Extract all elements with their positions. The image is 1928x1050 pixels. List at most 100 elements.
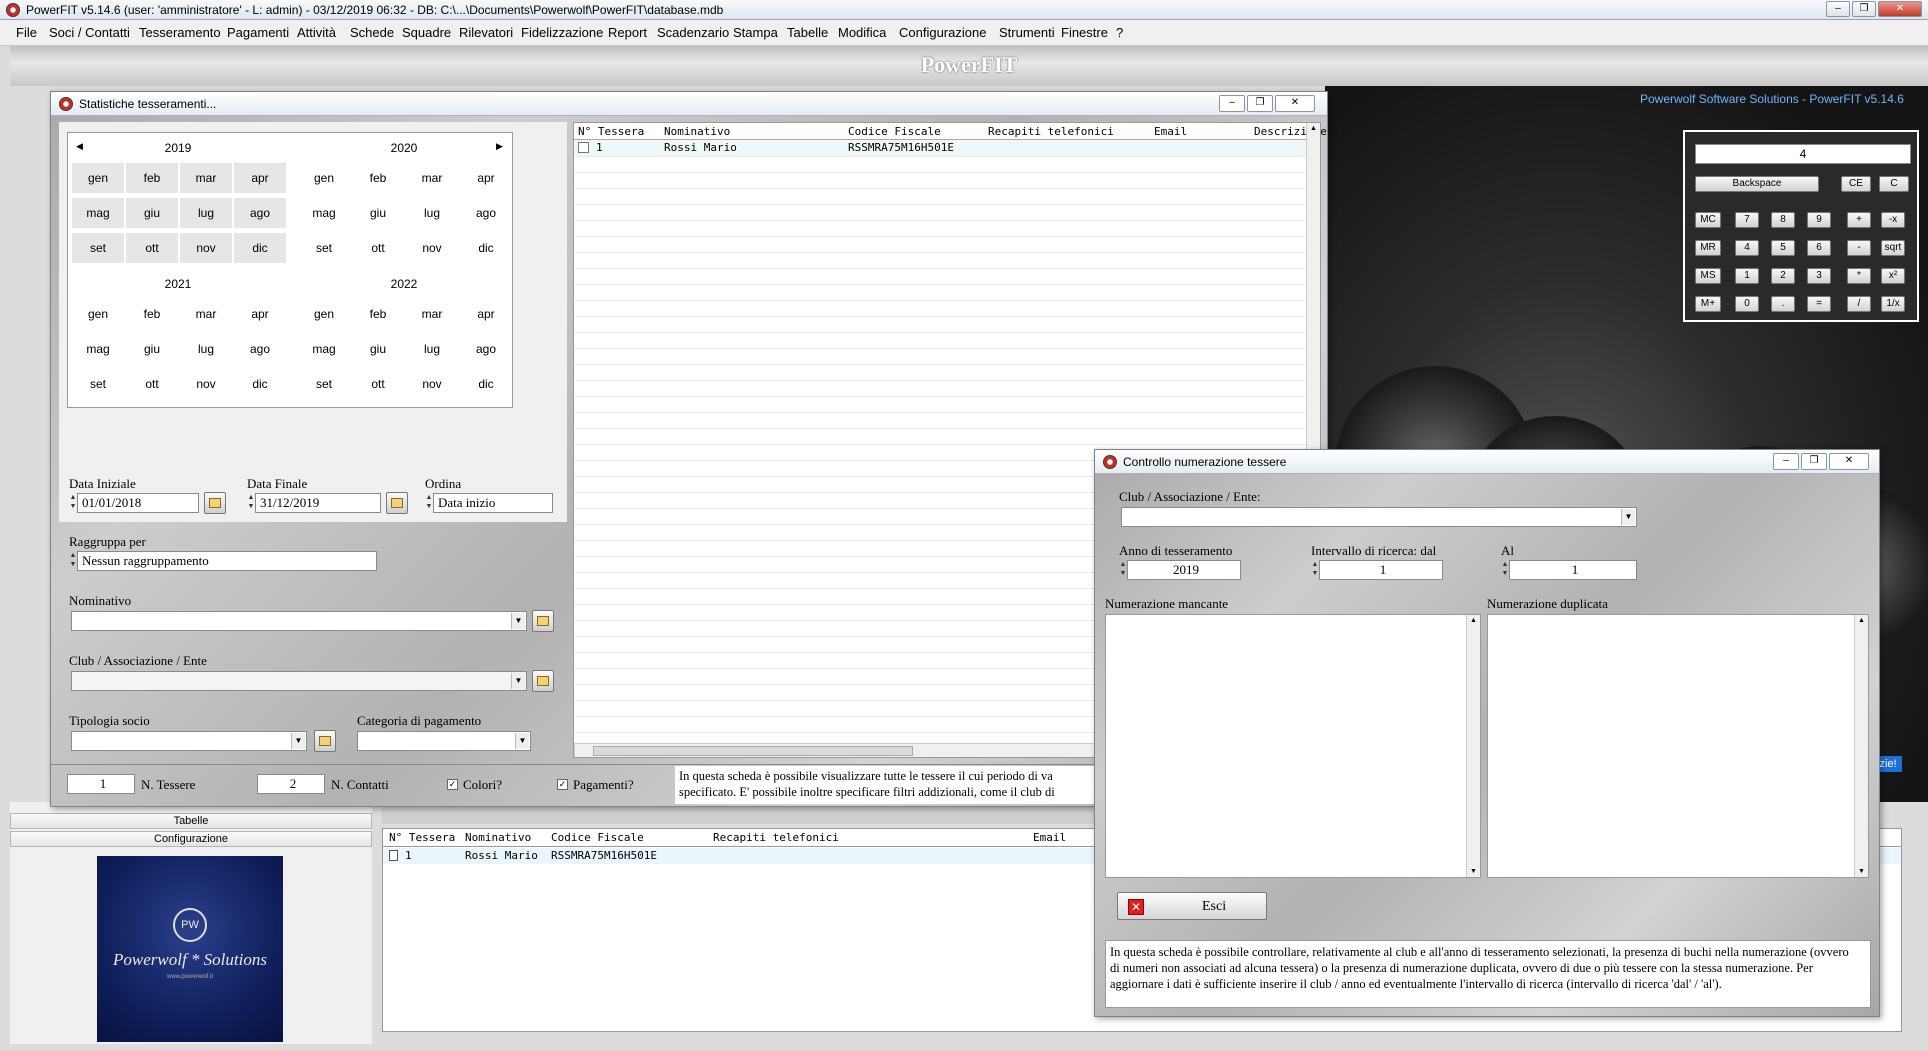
calendar-month-cell[interactable]: giu xyxy=(126,198,178,228)
calc-key-button[interactable]: MC xyxy=(1695,212,1721,228)
column-header[interactable]: Recapiti telefonici xyxy=(713,831,839,844)
controllo-maximize-button[interactable]: ❐ xyxy=(1801,453,1827,470)
calendar-month-cell[interactable]: ott xyxy=(126,369,178,399)
calc-key-button[interactable]: MR xyxy=(1695,240,1721,256)
chevron-down-icon[interactable]: ▼ xyxy=(515,733,529,749)
menu-item-14[interactable]: Configurazione xyxy=(899,25,986,40)
calendar-month-cell[interactable]: mar xyxy=(406,163,458,193)
calc-key-button[interactable]: 9 xyxy=(1807,212,1831,228)
calendar-month-cell[interactable]: feb xyxy=(352,163,404,193)
calendar-month-cell[interactable]: gen xyxy=(72,299,124,329)
calendar-month-cell[interactable]: ott xyxy=(352,233,404,263)
menu-item-1[interactable]: Soci / Contatti xyxy=(49,25,130,40)
calendar-month-cell[interactable]: giu xyxy=(126,334,178,364)
calendar-month-cell[interactable]: set xyxy=(72,233,124,263)
table-row[interactable]: 1 Rossi Mario RSSMRA75M16H501E xyxy=(574,140,1306,156)
calc-key-button[interactable]: 4 xyxy=(1735,240,1759,256)
vertical-scrollbar[interactable]: ▲ ▼ xyxy=(1854,615,1868,877)
lookup-icon[interactable] xyxy=(532,670,554,692)
ordina-field[interactable]: Data inizio xyxy=(433,493,553,513)
colori-checkbox[interactable]: ✓ xyxy=(447,779,458,790)
minimize-button[interactable]: – xyxy=(1826,1,1850,17)
calendar-month-cell[interactable]: feb xyxy=(126,163,178,193)
column-header[interactable]: Recapiti telefonici xyxy=(988,125,1114,138)
calendar-month-cell[interactable]: apr xyxy=(460,299,512,329)
calendar-month-cell[interactable]: apr xyxy=(460,163,512,193)
column-header[interactable]: N° Tessera xyxy=(389,831,455,844)
calc-key-button[interactable]: x² xyxy=(1881,268,1905,284)
calendar-month-cell[interactable]: mag xyxy=(298,334,350,364)
calendar-picker-icon[interactable] xyxy=(204,492,226,514)
chevron-down-icon[interactable]: ▼ xyxy=(291,733,305,749)
controllo-minimize-button[interactable]: – xyxy=(1773,453,1799,470)
column-header[interactable]: Codice Fiscale xyxy=(551,831,644,844)
calc-key-button[interactable]: 5 xyxy=(1771,240,1795,256)
calc-c-button[interactable]: C xyxy=(1879,176,1909,192)
column-header[interactable]: Email xyxy=(1033,831,1066,844)
calendar-month-cell[interactable]: apr xyxy=(234,299,286,329)
calc-key-button[interactable]: MS xyxy=(1695,268,1721,284)
calc-key-button[interactable]: 2 xyxy=(1771,268,1795,284)
calendar-month-cell[interactable]: ott xyxy=(352,369,404,399)
restore-button[interactable]: ❐ xyxy=(1852,1,1876,17)
calc-key-button[interactable]: 3 xyxy=(1807,268,1831,284)
esci-button[interactable]: ✕ Esci xyxy=(1117,892,1267,920)
calc-key-button[interactable]: . xyxy=(1771,296,1795,312)
calc-backspace-button[interactable]: Backspace xyxy=(1695,176,1819,192)
calc-key-button[interactable]: 1 xyxy=(1735,268,1759,284)
menu-item-2[interactable]: Tesseramento xyxy=(139,25,221,40)
lookup-icon[interactable] xyxy=(314,730,336,752)
calendar-month-cell[interactable]: dic xyxy=(460,233,512,263)
calendar-month-cell[interactable]: feb xyxy=(352,299,404,329)
configurazione-button[interactable]: Configurazione xyxy=(10,831,372,847)
calendar-month-cell[interactable]: set xyxy=(298,233,350,263)
spin-icon[interactable]: ▲ ▼ xyxy=(247,493,255,513)
pagamenti-checkbox[interactable]: ✓ xyxy=(557,779,568,790)
calendar-month-cell[interactable]: ago xyxy=(234,334,286,364)
powerwolf-link[interactable]: Powerwolf Software Solutions - PowerFIT … xyxy=(1640,92,1904,106)
spin-icon[interactable]: ▲ ▼ xyxy=(425,493,433,513)
tabelle-button[interactable]: Tabelle xyxy=(10,813,372,829)
calendar-month-cell[interactable]: mar xyxy=(406,299,458,329)
lookup-icon[interactable] xyxy=(532,610,554,632)
calendar-month-cell[interactable]: apr xyxy=(234,163,286,193)
calc-key-button[interactable]: 8 xyxy=(1771,212,1795,228)
menu-item-10[interactable]: Scadenzario xyxy=(657,25,729,40)
duplicata-list[interactable]: ▲ ▼ xyxy=(1487,614,1869,878)
next-year-arrow-icon[interactable]: ▶ xyxy=(496,141,503,152)
calendar-month-cell[interactable]: mag xyxy=(72,198,124,228)
calendar-month-cell[interactable]: giu xyxy=(352,334,404,364)
calendar-month-cell[interactable]: gen xyxy=(298,299,350,329)
anno-field[interactable]: 2019 xyxy=(1127,560,1241,580)
club-select[interactable]: ▼ xyxy=(71,671,527,691)
controllo-close-button[interactable]: ✕ xyxy=(1829,453,1869,470)
calendar-month-cell[interactable]: set xyxy=(298,369,350,399)
column-header[interactable]: Email xyxy=(1154,125,1187,138)
spin-icon[interactable]: ▲ ▼ xyxy=(69,493,77,513)
data-iniziale-field[interactable]: 01/01/2018 xyxy=(77,493,199,513)
calendar-month-cell[interactable]: gen xyxy=(72,163,124,193)
calendar-month-cell[interactable]: feb xyxy=(126,299,178,329)
calendar-month-cell[interactable]: mag xyxy=(72,334,124,364)
calendar-month-cell[interactable]: giu xyxy=(352,198,404,228)
calendar-month-cell[interactable]: lug xyxy=(406,198,458,228)
menu-item-3[interactable]: Pagamenti xyxy=(227,25,289,40)
calc-key-button[interactable]: sqrt xyxy=(1881,240,1905,256)
calc-key-button[interactable]: * xyxy=(1847,268,1871,284)
calendar-month-cell[interactable]: nov xyxy=(406,369,458,399)
categoria-select[interactable]: ▼ xyxy=(357,731,531,751)
menu-item-6[interactable]: Squadre xyxy=(402,25,451,40)
calendar-month-cell[interactable]: ago xyxy=(460,334,512,364)
raggruppa-field[interactable]: Nessun raggruppamento xyxy=(77,551,377,571)
calendar-picker-icon[interactable] xyxy=(386,492,408,514)
menu-item-0[interactable]: File xyxy=(16,25,37,40)
calc-key-button[interactable]: = xyxy=(1807,296,1831,312)
calendar-month-cell[interactable]: dic xyxy=(234,233,286,263)
calendar-month-cell[interactable]: nov xyxy=(180,369,232,399)
menu-item-16[interactable]: Finestre xyxy=(1061,25,1108,40)
column-header[interactable]: Codice Fiscale xyxy=(848,125,941,138)
column-header[interactable]: Nominativo xyxy=(664,125,730,138)
calc-key-button[interactable]: + xyxy=(1847,212,1871,228)
spin-icon[interactable]: ▲ ▼ xyxy=(69,551,77,571)
calc-key-button[interactable]: M+ xyxy=(1695,296,1721,312)
